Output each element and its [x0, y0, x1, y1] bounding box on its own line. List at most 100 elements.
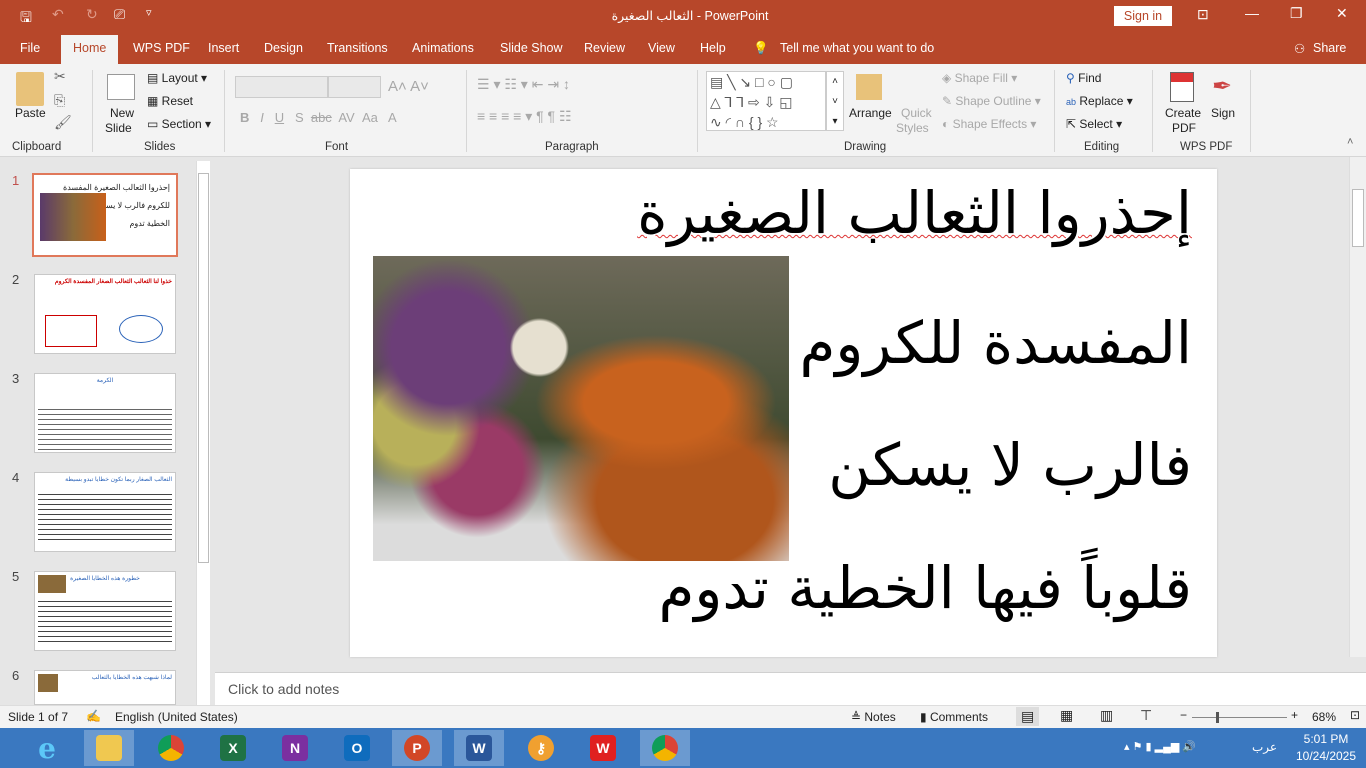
change-case-button[interactable]: Aa [362, 110, 378, 125]
thumbnail-slide-6[interactable]: لماذا شبهت هذه الخطايا بالثعالب [34, 670, 176, 705]
quick-styles-button[interactable]: Quick [901, 106, 932, 120]
replace-button[interactable]: ab Replace ▾ [1066, 94, 1133, 108]
tab-wps-pdf[interactable]: WPS PDF [133, 41, 190, 55]
tab-review[interactable]: Review [584, 41, 625, 55]
close-icon[interactable]: ✕ [1336, 5, 1348, 22]
ribbon-display-icon[interactable]: ⊡ [1197, 6, 1209, 23]
sign-icon[interactable]: ✒ [1212, 72, 1232, 101]
grow-font-icon[interactable]: A˄ A˅ [388, 78, 429, 95]
align-buttons[interactable]: ≡ ≡ ≡ ≡ ▾ ¶ ¶ ☷ [477, 108, 572, 125]
thumbnail-slide-2[interactable]: خذوا لنا الثعالب الثعالب الصغار المفسدة … [34, 274, 176, 354]
thumbnails-scrollbar[interactable] [196, 161, 210, 705]
spell-check-icon[interactable]: ✍ [86, 709, 101, 723]
tab-animations[interactable]: Animations [412, 41, 474, 55]
tab-view[interactable]: View [648, 41, 675, 55]
thumbnail-slide-1[interactable]: إحذروا الثعالب الصغيرة المفسدة للكروم فا… [32, 173, 178, 257]
create-pdf-label[interactable]: PDF [1172, 121, 1196, 135]
reading-view-icon[interactable]: ▥ [1100, 707, 1113, 724]
fit-slide-icon[interactable]: ⊡ [1350, 708, 1360, 722]
undo-icon[interactable]: ↶ [52, 6, 64, 23]
copy-icon[interactable]: ⎘ [54, 92, 65, 109]
input-language[interactable]: عرب [1252, 740, 1277, 754]
vpn-icon[interactable]: ⚷ [516, 730, 566, 766]
bold-button[interactable]: B [240, 110, 249, 125]
zoom-level[interactable]: 68% [1312, 710, 1336, 724]
tab-design[interactable]: Design [264, 41, 303, 55]
onenote-icon[interactable]: N [270, 730, 320, 766]
word-icon[interactable]: W [454, 730, 504, 766]
quick-styles-label[interactable]: Styles [896, 121, 929, 135]
new-slide-label[interactable]: Slide [105, 121, 132, 135]
cut-icon[interactable]: ✂ [54, 68, 66, 85]
collapse-ribbon-icon[interactable]: ˄ [1347, 136, 1353, 148]
notes-button[interactable]: ≜ Notes [851, 710, 896, 724]
thumbnail-slide-5[interactable]: خطورة هذه الخطايا الصغيرة [34, 571, 176, 651]
tab-home[interactable]: Home [61, 35, 119, 64]
file-explorer-icon[interactable] [84, 730, 134, 766]
zoom-in-button[interactable]: + [1291, 708, 1298, 722]
slide-text-line[interactable]: قلوباً فيها الخطية تدوم [658, 554, 1192, 622]
slide-canvas[interactable]: إحذروا الثعالب الصغيرة المفسدة للكروم فا… [350, 169, 1217, 657]
shape-effects-button[interactable]: ◐ Shape Effects ▾ [942, 117, 1036, 131]
paste-button[interactable]: Paste [15, 106, 46, 120]
redo-icon[interactable]: ↻ [86, 6, 98, 23]
tab-help[interactable]: Help [700, 41, 726, 55]
list-buttons[interactable]: ☰ ▾ ☷ ▾ ⇤ ⇥ ↕ [477, 76, 570, 93]
new-slide-icon[interactable] [107, 74, 135, 100]
scroll-thumb[interactable] [198, 173, 209, 563]
outlook-icon[interactable]: O [332, 730, 382, 766]
normal-view-icon[interactable]: ▤ [1016, 707, 1040, 726]
tab-file[interactable]: File [20, 41, 40, 55]
paste-icon[interactable] [16, 72, 44, 106]
italic-button[interactable]: I [260, 110, 264, 125]
sign-in-button[interactable]: Sign in [1114, 6, 1172, 26]
tab-insert[interactable]: Insert [208, 41, 239, 55]
shape-fill-button[interactable]: ◈ Shape Fill ▾ [942, 71, 1017, 85]
find-button[interactable]: ⚲ Find [1066, 71, 1101, 85]
create-pdf-button[interactable]: Create [1165, 106, 1201, 120]
wps-pdf-app-icon[interactable]: W [578, 730, 628, 766]
fox-grapes-image[interactable] [373, 256, 789, 561]
tab-slide-show[interactable]: Slide Show [500, 41, 563, 55]
zoom-out-button[interactable]: − [1180, 708, 1187, 722]
excel-icon[interactable]: X [208, 730, 258, 766]
slide-text-line[interactable]: فالرب لا يسكن [828, 431, 1192, 499]
tray-overflow-icon[interactable]: ▴ ⚑ ▮ ▂▄▆ 🔊 [1124, 740, 1196, 753]
slide-text-line[interactable]: المفسدة للكروم [800, 309, 1193, 377]
arrange-button[interactable]: Arrange [849, 106, 892, 120]
shapes-scroll[interactable]: ˄ ˅ ▾ [826, 71, 844, 131]
tell-me-search[interactable]: Tell me what you want to do [780, 41, 934, 55]
font-color-button[interactable]: A [388, 110, 397, 125]
comments-button[interactable]: ▮ Comments [920, 710, 988, 724]
slide-sorter-icon[interactable]: ▦ [1060, 707, 1073, 724]
shapes-gallery[interactable]: ▤ ╲ ↘ □ ○ ▢ △ ⅂ ⅂ ⇨ ⇩ ◱ ∿ ◜ ∩ { } ☆ [706, 71, 826, 131]
chrome-2-icon[interactable] [640, 730, 690, 766]
section-button[interactable]: ▭ Section ▾ [147, 117, 211, 131]
slideshow-icon[interactable]: ⊤ [1140, 707, 1152, 724]
font-size-select[interactable] [328, 76, 381, 98]
underline-button[interactable]: U [275, 110, 284, 125]
tab-transitions[interactable]: Transitions [327, 41, 388, 55]
arrange-icon[interactable] [856, 74, 882, 100]
save-icon[interactable]: 🖫 [20, 7, 32, 31]
shape-outline-button[interactable]: ✎ Shape Outline ▾ [942, 94, 1041, 108]
zoom-slider-thumb[interactable] [1216, 712, 1219, 723]
notes-placeholder[interactable]: Click to add notes [228, 681, 339, 697]
thumbnail-slide-4[interactable]: الثعالب الصغار ربما تكون خطايا تبدو بسيط… [34, 472, 176, 552]
customize-qat-icon[interactable]: ▿ [146, 6, 152, 19]
slide-scrollbar[interactable] [1349, 157, 1366, 657]
slide-title-line[interactable]: إحذروا الثعالب الصغيرة [637, 179, 1192, 247]
sign-button[interactable]: Sign [1211, 106, 1235, 120]
strikethrough-button[interactable]: abc [311, 110, 332, 125]
ie-icon[interactable]: e [22, 730, 72, 766]
clock-time[interactable]: 5:01 PM [1296, 732, 1356, 746]
share-button[interactable]: Share [1313, 41, 1346, 55]
restore-icon[interactable]: ❐ [1290, 5, 1303, 22]
format-painter-icon[interactable]: 🖌 [54, 114, 72, 131]
select-button[interactable]: ⇱ Select ▾ [1066, 117, 1122, 131]
new-slide-button[interactable]: New [110, 106, 134, 120]
chrome-icon[interactable] [146, 730, 196, 766]
powerpoint-icon[interactable]: P [392, 730, 442, 766]
thumbnail-slide-3[interactable]: الكرمة [34, 373, 176, 453]
minimize-icon[interactable]: — [1245, 5, 1259, 21]
